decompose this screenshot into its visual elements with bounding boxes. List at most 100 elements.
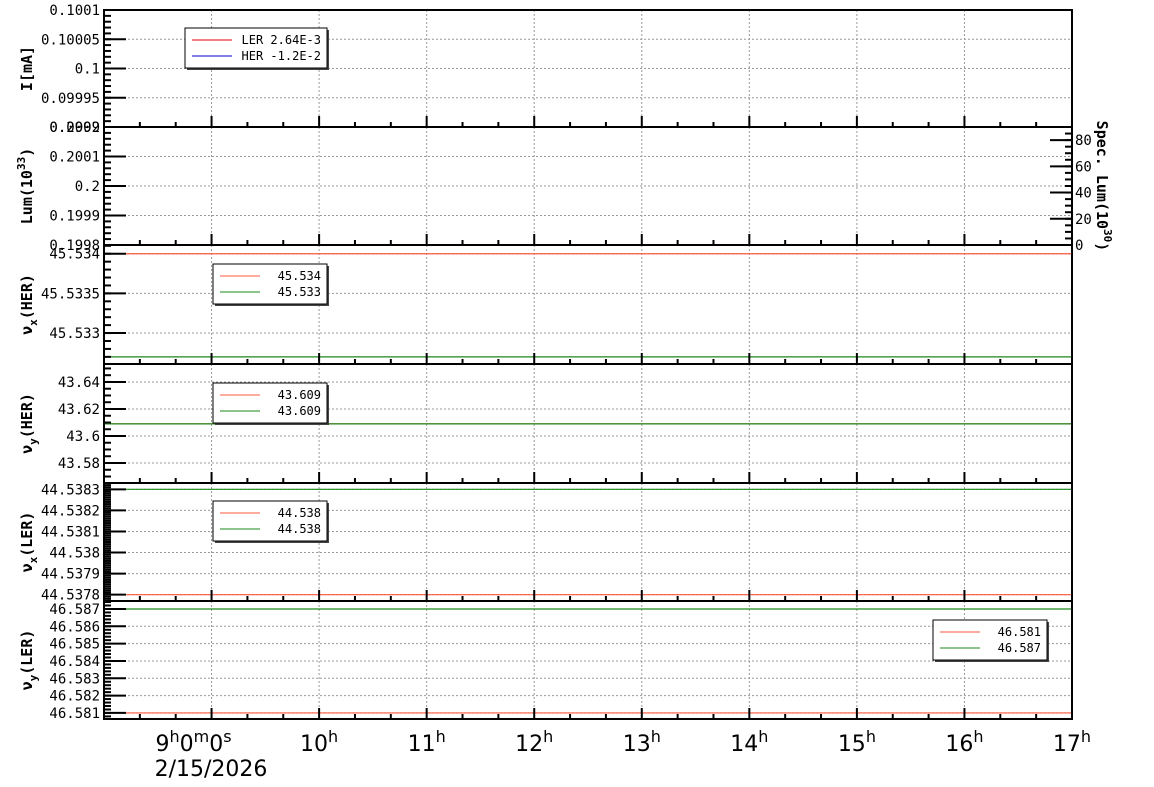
x-tick-label: 17h [1053,727,1091,757]
y-tick-label: 45.533 [49,326,100,342]
x-tick-num: 15 [838,732,866,757]
y-title-rest: (HER) [18,274,36,319]
x-tick-num: 11 [408,732,436,757]
y-title-main: ν [18,681,36,690]
right-axis-title: Spec. Lum(1030) [1093,121,1114,252]
x-tick-label: 14h [730,727,768,757]
x-tick-num: 14 [730,732,758,757]
right-tick-label: 60 [1075,159,1092,175]
y-tick-label: 0.2001 [49,150,100,166]
x-tick-unit: h [170,727,180,746]
y-title-main: ν [18,563,36,572]
legend-label: 46.581 [998,625,1041,639]
y-tick-label: 44.5383 [41,482,100,498]
y-tick-label: 45.534 [49,247,100,263]
panel-frame [103,600,1073,720]
y-tick-label: 46.583 [49,671,100,687]
x-tick-unit: h [543,727,553,746]
y-tick-label: 0.09995 [41,91,100,107]
y-axis-title: νx(HER) [18,274,40,335]
y-tick-label: 0.2002 [49,120,100,136]
panel-0: 0.10010.100050.10.099950.0999I[mA]LER 2.… [18,3,1073,136]
y-tick-label: 0.1 [75,62,100,78]
right-title-rest: ) [1093,242,1111,251]
y-title-sup: 33 [15,157,28,170]
x-tick-num: 12 [515,732,543,757]
y-tick-label: 43.62 [58,402,100,418]
y-tick-label: 44.5381 [41,524,100,540]
x-tick-num: 9 [156,732,170,757]
y-tick-label: 43.64 [58,375,100,391]
right-tick-label: 20 [1075,212,1092,228]
legend-label: 43.609 [278,404,321,418]
panel-4: 44.538344.538244.538144.53844.537944.537… [18,482,1073,604]
legend: 45.534 45.533 [212,263,329,306]
x-tick-label: 12h [515,727,553,757]
x-tick-unit: h [328,727,338,746]
y-tick-label: 43.6 [66,429,100,445]
y-axis-title: νy(LER) [18,630,40,691]
legend: LER 2.64E-3 HER -1.2E-2 [184,27,329,70]
legend: 43.609 43.609 [212,382,329,425]
panel-3: 43.64 43.62 43.6 43.58 νy(HER) 43.609 43.609 [18,363,1073,484]
x-tick-label: 11h [408,727,446,757]
y-tick-label: 45.5335 [41,286,100,302]
x-tick-unit: h [866,727,876,746]
y-tick-label: 0.1001 [49,3,100,19]
x-tick-unit: m [194,727,210,746]
y-tick-label: 46.587 [49,602,100,618]
y-title-rest: (LER) [18,630,36,675]
x-tick-num: 0 [180,732,194,757]
x-tick-unit: h [758,727,768,746]
x-tick-label: 10h [300,727,338,757]
y-title-main: Lum(10 [18,170,36,224]
y-tick-label: 43.58 [58,456,100,472]
y-axis-title: νx(LER) [18,512,40,573]
y-tick-label: 0.1999 [49,209,100,225]
x-tick-num: 0 [209,732,223,757]
right-title-main: Spec. Lum(10 [1093,121,1111,229]
y-tick-label: 46.582 [49,689,100,705]
y-title-main: I[mA] [18,46,36,91]
x-tick-num: 16 [945,732,973,757]
y-title-main: ν [18,445,36,454]
y-tick-label: 46.581 [49,706,100,722]
right-title-sup: 30 [1101,229,1114,242]
x-tick-unit: h [973,727,983,746]
x-tick-unit: h [436,727,446,746]
y-tick-label: 44.5379 [41,567,100,583]
x-tick-num: 13 [623,732,651,757]
panel-5: 46.58746.58646.58546.58446.58346.58246.5… [18,600,1073,722]
y-tick-label: 46.585 [49,637,100,653]
y-tick-label: 0.10005 [41,32,100,48]
right-tick-label: 40 [1075,186,1092,202]
legend-label: LER 2.64E-3 [242,33,321,47]
y-title-rest: ) [18,148,36,157]
panel-2: 45.534 45.5335 45.533 νx(HER) 45.534 45.533 [18,244,1073,365]
y-axis-title: νy(HER) [18,393,40,454]
y-tick-label: 0.2 [75,179,100,195]
y-tick-label: 46.584 [49,654,100,670]
x-tick-label: 15h [838,727,876,757]
y-title-main: ν [18,326,36,335]
legend-label: 43.609 [278,388,321,402]
panel-1: 0.20020.20010.20.19990.1998Lum(1033)0204… [15,120,1114,254]
right-tick-label: 80 [1075,133,1092,149]
x-tick-num: 10 [300,732,328,757]
x-tick-label: 16h [945,727,983,757]
y-tick-label: 44.538 [49,546,100,562]
x-tick-unit: s [223,727,231,746]
y-tick-label: 44.5382 [41,503,100,519]
legend-label: 45.533 [278,285,321,299]
x-tick-unit: h [651,727,661,746]
legend-label: HER -1.2E-2 [242,49,321,63]
y-tick-label: 46.586 [49,619,100,635]
y-axis-title: I[mA] [18,46,36,91]
legend-label: 44.538 [278,506,321,520]
right-tick-label: 0 [1075,238,1083,254]
y-axis-title: Lum(1033) [15,148,36,224]
legend: 46.581 46.587 [932,619,1049,662]
legend-label: 46.587 [998,641,1041,655]
y-title-rest: (LER) [18,512,36,557]
legend: 44.538 44.538 [212,500,329,543]
